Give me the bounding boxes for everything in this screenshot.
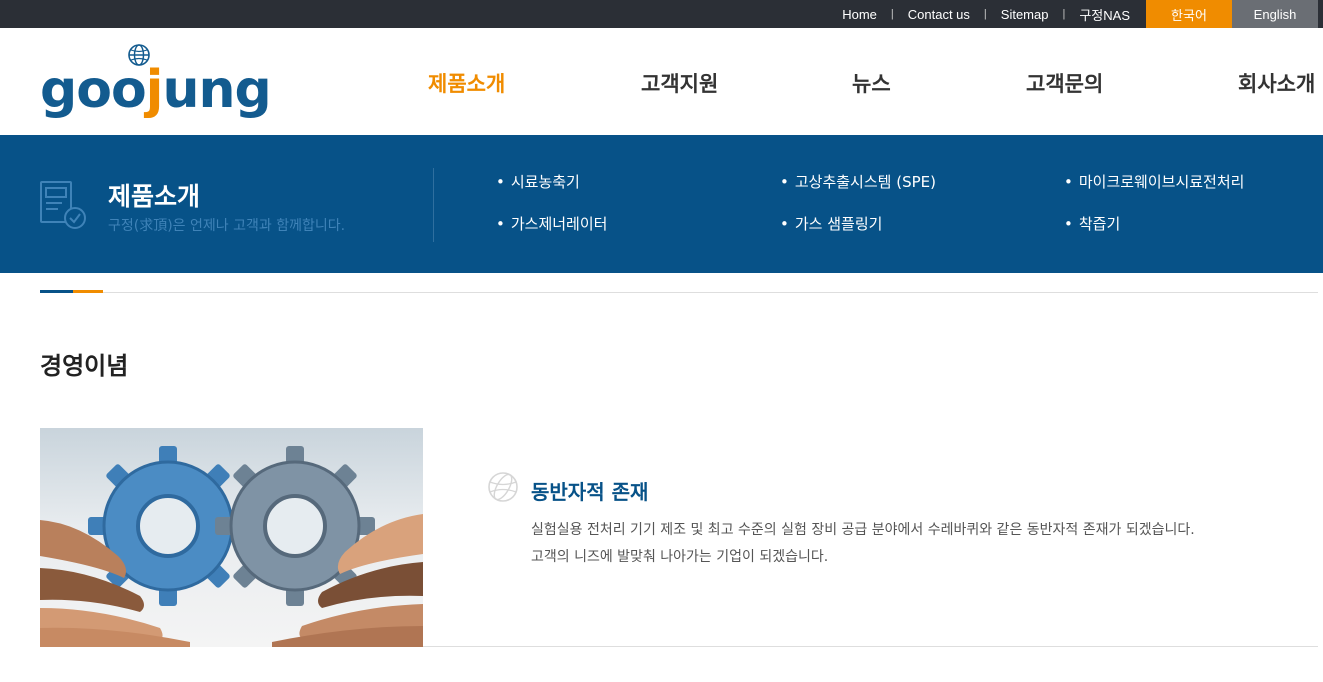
content-title: 동반자적 존재 [531, 480, 649, 504]
submenu-label: 착즙기 [1078, 215, 1121, 233]
banner-title: 제품소개 [108, 182, 201, 211]
accent-bar-blue [40, 290, 73, 293]
nas-link[interactable]: 구정NAS [1079, 5, 1130, 24]
nav-inquiry[interactable]: 고객문의 [1026, 68, 1103, 98]
contact-link[interactable]: Contact us [908, 7, 970, 22]
content-divider [423, 646, 1318, 647]
page-title: 경영이념 [40, 352, 129, 380]
submenu-item[interactable]: • 가스제너레이터 [496, 213, 607, 234]
submenu-item[interactable]: • 착즙기 [1064, 213, 1120, 234]
submenu-item[interactable]: • 마이크로웨이브시료전처리 [1064, 171, 1244, 192]
lang-english-button[interactable]: English [1232, 0, 1318, 28]
submenu-item[interactable]: • 가스 샘플링기 [780, 213, 882, 234]
nav-products[interactable]: 제품소개 [428, 68, 505, 98]
separator: | [1062, 8, 1066, 20]
sub-banner: 제품소개 구정(求頂)은 언제나 고객과 함께합니다. • 시료농축기 • 고상추출… [0, 135, 1323, 273]
accent-bar-orange [73, 290, 103, 293]
banner-subtitle: 구정(求頂)은 언제나 고객과 함께합니다. [108, 218, 346, 234]
nav-support[interactable]: 고객지원 [641, 68, 718, 98]
submenu-item[interactable]: • 시료농축기 [496, 171, 580, 192]
submenu-label: 시료농축기 [510, 173, 580, 191]
submenu-label: 가스 샘플링기 [794, 215, 883, 233]
lang-korean-button[interactable]: 한국어 [1146, 0, 1232, 28]
gears-hands-image [40, 428, 423, 647]
site-header: goojung 제품소개 고객지원 뉴스 고객문의 회사소개 [0, 28, 1323, 135]
banner-divider [433, 168, 434, 242]
utility-links: Home | Contact us | Sitemap | 구정NAS [842, 0, 1130, 28]
main-nav: 제품소개 고객지원 뉴스 고객문의 회사소개 [0, 28, 1323, 135]
separator: | [890, 8, 894, 20]
submenu-label: 마이크로웨이브시료전처리 [1078, 173, 1245, 191]
document-check-icon [40, 181, 86, 229]
gears-illustration [40, 446, 423, 647]
top-utility-bar: Home | Contact us | Sitemap | 구정NAS 한국어 … [0, 0, 1323, 28]
separator: | [983, 8, 987, 20]
section-divider [40, 292, 1318, 293]
nav-company[interactable]: 회사소개 [1238, 68, 1315, 98]
submenu-item[interactable]: • 고상추출시스템 (SPE) [780, 171, 936, 192]
content-line: 실험실용 전처리 기기 제조 및 최고 수준의 실험 장비 공급 분야에서 수레… [531, 522, 1195, 538]
nav-news[interactable]: 뉴스 [852, 68, 891, 98]
globe-icon [488, 472, 518, 502]
home-link[interactable]: Home [842, 7, 877, 22]
content-line: 고객의 니즈에 발맞춰 나아가는 기업이 되겠습니다. [531, 549, 829, 565]
sitemap-link[interactable]: Sitemap [1001, 7, 1049, 22]
submenu-label: 가스제너레이터 [510, 215, 608, 233]
submenu-label: 고상추출시스템 (SPE) [794, 173, 936, 191]
